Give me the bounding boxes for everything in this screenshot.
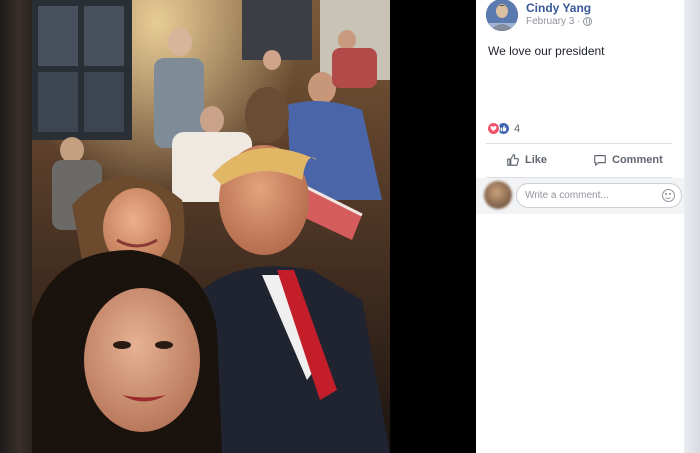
photo-illustration — [32, 0, 390, 453]
post-header: Cindy Yang February 3 · — [486, 0, 593, 34]
blurred-frame-left — [0, 0, 32, 453]
comment-composer: Write a comment... — [476, 178, 684, 214]
speech-bubble-icon — [594, 155, 606, 166]
blurred-frame-right — [684, 0, 700, 453]
like-button[interactable]: Like — [506, 153, 547, 167]
viewer-avatar — [484, 181, 512, 209]
like-label: Like — [525, 154, 548, 166]
post-meta: Cindy Yang February 3 · — [526, 1, 593, 28]
smiley-icon[interactable] — [662, 189, 675, 202]
globe-icon — [583, 16, 593, 26]
post-photo[interactable] — [32, 0, 390, 453]
post-side-panel: Cindy Yang February 3 · We love our pres… — [476, 0, 684, 453]
thumbs-up-icon — [507, 154, 519, 166]
comment-label: Comment — [612, 154, 663, 166]
reaction-summary[interactable]: 4 — [487, 122, 520, 135]
avatar-image — [486, 0, 518, 31]
reaction-count: 4 — [514, 122, 521, 135]
author-name-link[interactable]: Cindy Yang — [526, 1, 592, 15]
divider-top — [486, 143, 672, 144]
love-reaction-icon — [487, 122, 500, 135]
post-text: We love our president — [488, 44, 605, 58]
post-date-row: February 3 · — [526, 15, 593, 28]
comment-input[interactable]: Write a comment... — [516, 183, 682, 208]
author-avatar[interactable] — [486, 0, 518, 31]
post-actions: Like Comment — [486, 148, 672, 172]
comment-placeholder: Write a comment... — [525, 190, 609, 201]
lightbox-background — [390, 0, 476, 453]
post-date[interactable]: February 3 · — [526, 15, 580, 28]
comment-button[interactable]: Comment — [593, 153, 663, 167]
